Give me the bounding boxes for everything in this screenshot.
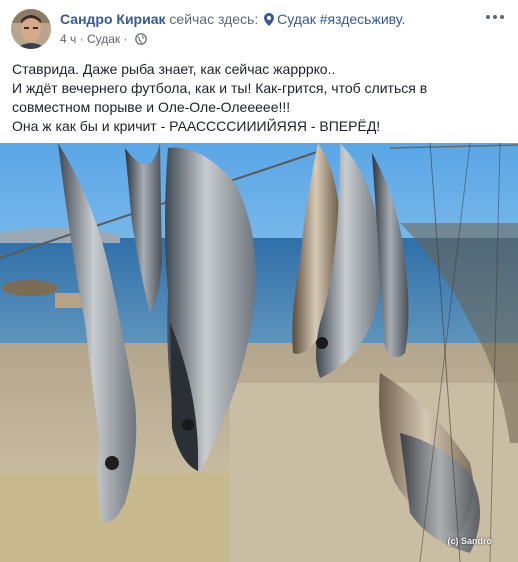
post-text-line: Она ж как бы и кричит - РААССССИИИЙЯЯЯ -… bbox=[12, 118, 381, 134]
post-meta: 4 ч · Судак · bbox=[60, 32, 147, 48]
author-name[interactable]: Сандро Кириак bbox=[60, 11, 166, 27]
location-link[interactable]: Судак #яздесьживу. bbox=[277, 11, 405, 27]
photo-watermark: (c) Sandro bbox=[447, 536, 492, 546]
avatar-image bbox=[11, 9, 51, 49]
avatar[interactable] bbox=[11, 9, 51, 49]
post-time[interactable]: 4 ч bbox=[60, 32, 76, 46]
post-text: Ставрида. Даже рыба знает, как сейчас жа… bbox=[12, 60, 508, 136]
more-options-icon[interactable] bbox=[482, 6, 508, 28]
post-photo[interactable]: (c) Sandro bbox=[0, 143, 518, 562]
facebook-post: Сандро Кириак сейчас здесь: Судак #яздес… bbox=[0, 0, 518, 562]
post-header: Сандро Кириак сейчас здесь: Судак #яздес… bbox=[60, 11, 405, 29]
status-text: сейчас здесь: bbox=[169, 11, 259, 27]
globe-icon[interactable] bbox=[135, 33, 147, 48]
location-pin-icon bbox=[264, 13, 275, 29]
dried-fish-photo bbox=[0, 143, 518, 562]
post-text-line: Ставрида. Даже рыба знает, как сейчас жа… bbox=[12, 61, 336, 77]
post-text-line: совместном порыве и Оле-Оле-Олееееe!!! bbox=[12, 99, 291, 115]
meta-location[interactable]: Судак bbox=[87, 32, 120, 46]
post-text-line: И ждёт вечернего футбола, как и ты! Как-… bbox=[12, 80, 428, 96]
